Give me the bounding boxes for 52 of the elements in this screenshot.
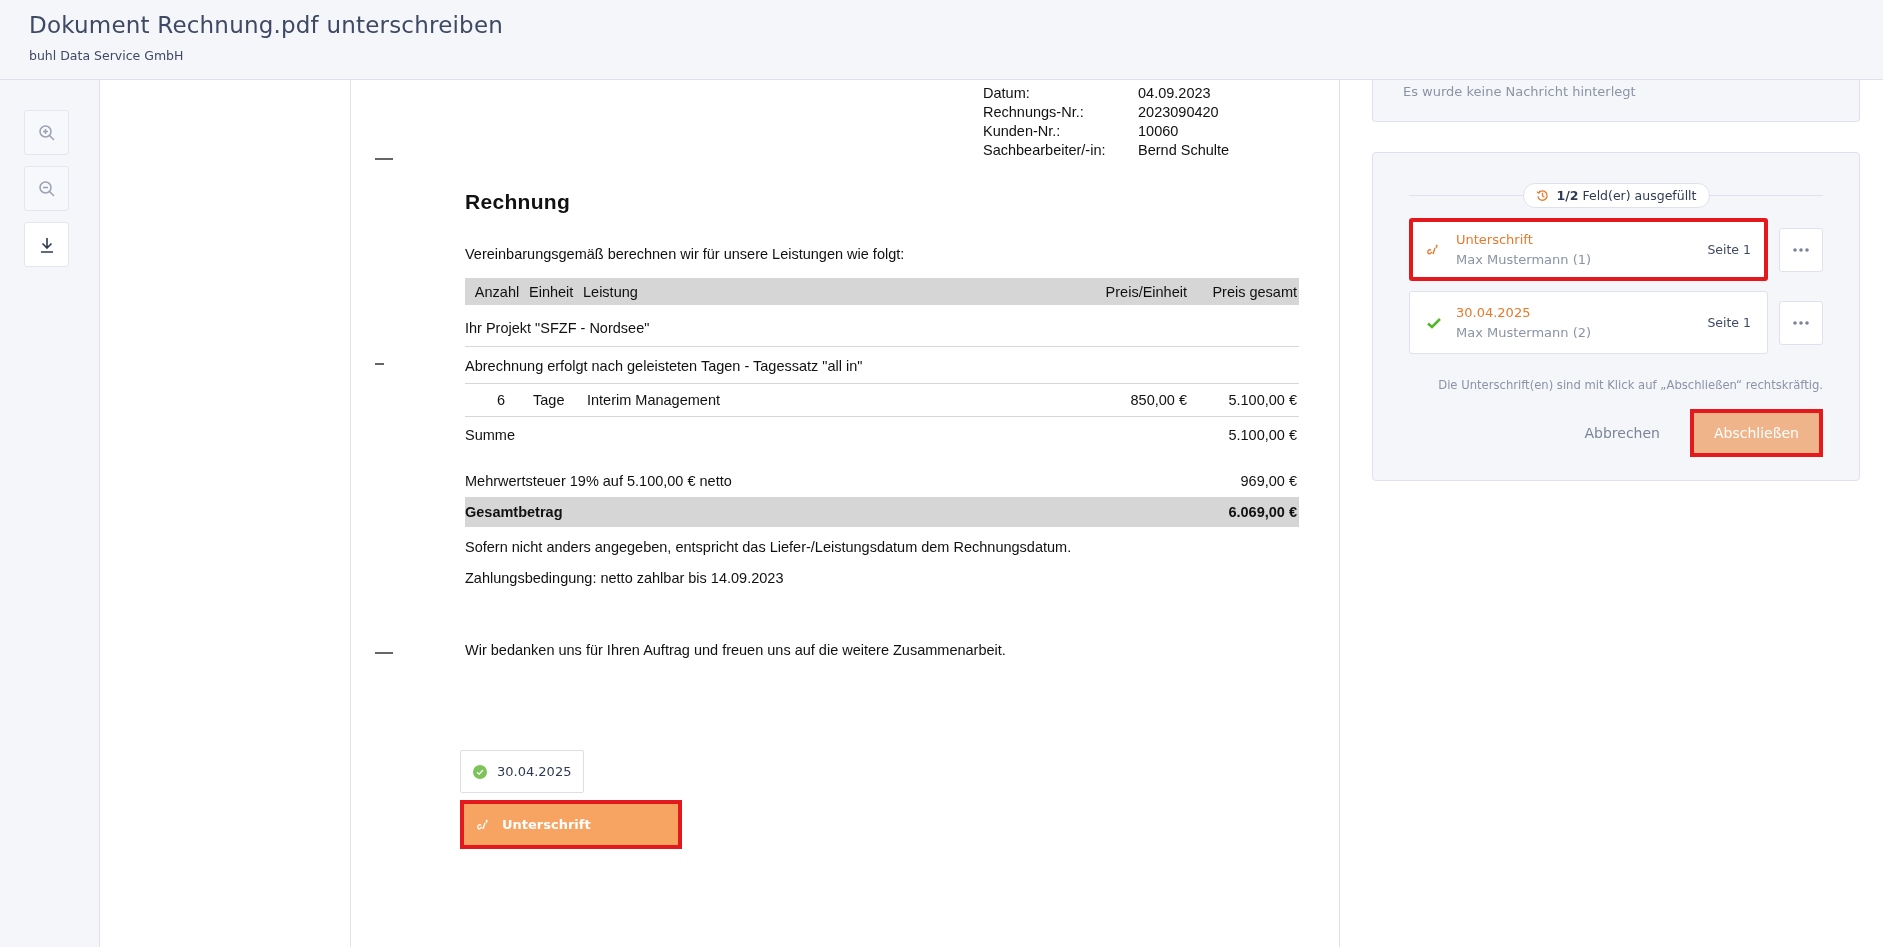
more-icon bbox=[1793, 247, 1809, 252]
progress-text: 1/2 Feld(er) ausgefüllt bbox=[1556, 188, 1697, 203]
table-cell-text: Tage bbox=[533, 392, 566, 408]
closing-text: Wir bedanken uns für Ihren Auftrag und freuen uns auf die weitere Zusammenarbeit. bbox=[465, 642, 1007, 658]
total-amount: 6.069,00 € bbox=[1228, 504, 1297, 520]
table-cell-text: 6 bbox=[495, 392, 507, 408]
zoom-out-icon bbox=[37, 179, 56, 198]
amount-value: 5.100,00 € bbox=[1228, 427, 1297, 443]
invoice-heading: Rechnung bbox=[465, 190, 572, 214]
info-value: Bernd Schulte bbox=[1138, 141, 1231, 160]
field-title: 30.04.2025 bbox=[1456, 305, 1532, 320]
info-label: Kunden-Nr.: bbox=[983, 122, 1062, 141]
legal-note: Die Unterschrift(en) sind mit Klick auf „Abschließen“ rechtskräftig. bbox=[1437, 378, 1823, 392]
info-label: Rechnungs-Nr.: bbox=[983, 103, 1085, 122]
total-label: Gesamtbetrag bbox=[465, 504, 563, 520]
clock-arrow-icon bbox=[1535, 189, 1549, 202]
note-text: Sofern nicht anders angegeben, entspricht das Liefer-/Leistungsdatum dem Rechnungsdatum. bbox=[465, 539, 1073, 555]
signer-name: Max Mustermann (1) bbox=[1456, 252, 1593, 267]
table-cell-text: 850,00 € bbox=[1129, 392, 1188, 408]
more-button[interactable] bbox=[1779, 227, 1823, 272]
check-circle-icon bbox=[473, 764, 487, 779]
message-text: Es wurde keine Nachricht hinterlegt bbox=[1403, 84, 1636, 99]
company-name: buhl Data Service GmbH bbox=[29, 48, 185, 63]
info-value: 04.09.2023 bbox=[1138, 84, 1212, 103]
more-button[interactable] bbox=[1779, 300, 1823, 345]
table-cell-text: Interim Management bbox=[587, 392, 721, 408]
table-cell-text: 5.100,00 € bbox=[1227, 392, 1298, 408]
info-label: Sachbearbeiter/-in: bbox=[983, 141, 1107, 160]
amount-value: 969,00 € bbox=[1240, 473, 1297, 489]
cancel-button[interactable]: Abbrechen bbox=[1584, 409, 1660, 457]
page-number: Seite 1 bbox=[1707, 242, 1751, 257]
amount-label: Summe bbox=[465, 427, 515, 443]
note-text: Zahlungsbedingung: netto zahlbar bis 14.09.2023 bbox=[465, 570, 785, 586]
table-header: Anzahl Einheit Leistung Preis/Einheit Preis gesamt bbox=[465, 278, 1299, 305]
page-number: Seite 1 bbox=[1707, 315, 1751, 330]
info-value: 2023090420 bbox=[1138, 103, 1220, 122]
field-title: Unterschrift bbox=[1456, 232, 1534, 247]
date-field[interactable]: 30.04.2025 bbox=[460, 750, 585, 793]
info-label: Datum: bbox=[983, 84, 1031, 103]
field-item[interactable]: 30.04.2025 Max Mustermann (2) Seite 1 bbox=[1409, 291, 1768, 354]
intro-text: Vereinbarungsgemäß berechnen wir für unsere Leistungen wie folgt: bbox=[465, 246, 906, 262]
check-icon bbox=[1426, 315, 1442, 330]
signer-name: Max Mustermann (2) bbox=[1456, 325, 1593, 340]
section-line: Ihr Projekt "SFZF - Nordsee" bbox=[465, 305, 1299, 347]
zoom-in-icon bbox=[37, 123, 56, 142]
more-icon bbox=[1793, 320, 1809, 325]
amount-label: Mehrwertsteuer 19% auf 5.100,00 € netto bbox=[465, 473, 732, 489]
download-button[interactable] bbox=[24, 222, 69, 267]
page-title: Dokument Rechnung.pdf unterschreiben bbox=[29, 12, 504, 38]
field-item[interactable]: Unterschrift Max Mustermann (1) Seite 1 bbox=[1409, 218, 1768, 281]
info-value: 10060 bbox=[1138, 122, 1180, 141]
section-line: Abrechnung erfolgt nach geleisteten Tagen - Tagessatz "all in" bbox=[465, 347, 1299, 384]
